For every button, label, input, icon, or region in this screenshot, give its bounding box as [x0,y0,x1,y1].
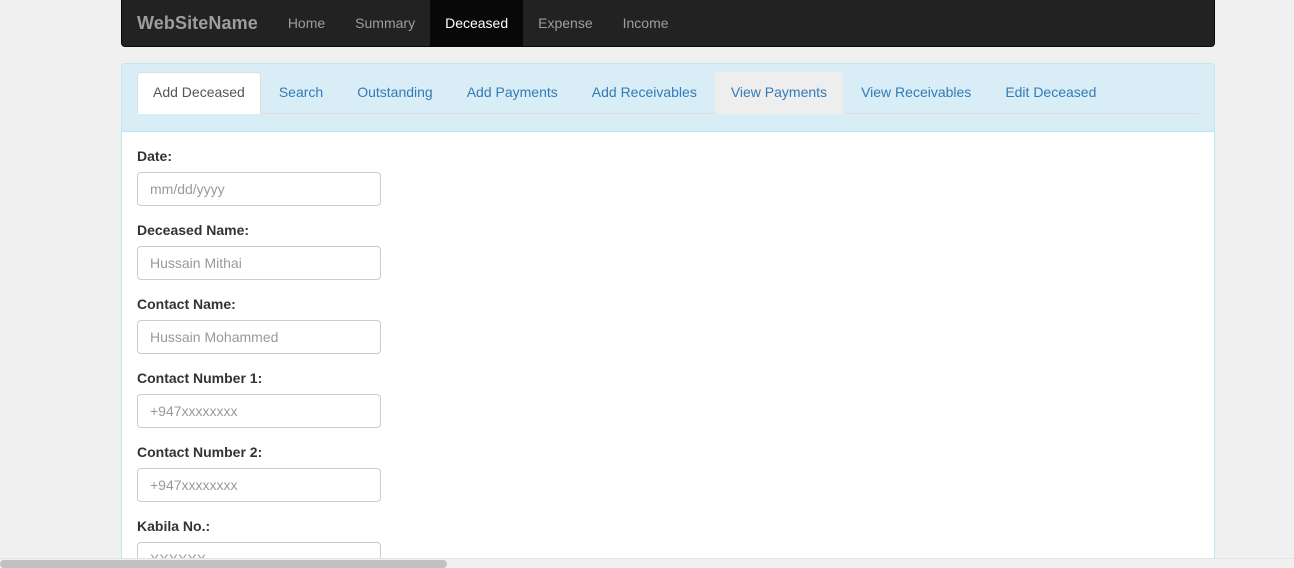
tab-item-outstanding[interactable]: Outstanding [341,72,451,113]
tab-item-view-payments[interactable]: View Payments [714,72,845,114]
tab-item-add-deceased[interactable]: Add Deceased [137,72,263,114]
tab-search[interactable]: Search [263,72,339,114]
label-contact-number-1: Contact Number 1: [137,369,263,386]
navbar-link-deceased[interactable]: Deceased [430,0,524,46]
deceased-panel: Add Deceased Search Outstanding Add Payment… [121,63,1215,568]
navbar-menu: Home Summary Deceased Expense Income [273,0,684,46]
form-group-deceased-name: Deceased Name: [137,221,1199,280]
input-deceased-name[interactable] [137,245,381,280]
navbar-link-income[interactable]: Income [608,0,684,46]
panel-heading: Add Deceased Search Outstanding Add Payment… [122,64,1214,132]
input-contact-name[interactable] [137,319,381,354]
label-contact-name: Contact Name: [137,295,236,312]
tab-bar: Add Deceased Search Outstanding Add Payment… [137,72,1199,114]
top-navbar: WebSiteName Home Summary Deceased Expense In… [121,0,1215,47]
input-contact-number-2[interactable] [137,467,381,502]
horizontal-scrollbar[interactable] [0,558,1294,568]
input-contact-number-1[interactable] [137,393,381,428]
tab-item-search[interactable]: Search [263,72,341,113]
add-deceased-form: Date: Deceased Name: Contact Name: Contact … [137,147,1199,567]
horizontal-scrollbar-thumb[interactable] [0,560,447,568]
navbar-link-expense[interactable]: Expense [523,0,607,46]
panel-body: Date: Deceased Name: Contact Name: Contact … [122,132,1214,567]
label-deceased-name: Deceased Name: [137,221,250,238]
navbar-item-expense[interactable]: Expense [523,0,607,46]
navbar-item-deceased[interactable]: Deceased [430,0,524,46]
navbar-item-home[interactable]: Home [273,0,340,46]
tab-edit-deceased[interactable]: Edit Deceased [989,72,1112,114]
tab-item-add-receivables[interactable]: Add Receivables [576,72,715,113]
tab-item-add-payments[interactable]: Add Payments [451,72,576,113]
tab-item-view-receivables[interactable]: View Receivables [845,72,989,113]
tab-view-receivables[interactable]: View Receivables [845,72,987,114]
form-group-contact-number-2: Contact Number 2: [137,443,1199,502]
navbar-item-income[interactable]: Income [608,0,684,46]
tab-add-payments[interactable]: Add Payments [451,72,574,114]
navbar-brand[interactable]: WebSiteName [122,0,273,46]
tab-item-edit-deceased[interactable]: Edit Deceased [989,72,1114,113]
page-root: WebSiteName Home Summary Deceased Expense In… [0,0,1294,568]
label-kabila-no: Kabila No.: [137,517,211,534]
label-date: Date: [137,148,173,164]
navbar-link-home[interactable]: Home [273,0,340,46]
tab-outstanding[interactable]: Outstanding [341,72,449,114]
form-group-contact-number-1: Contact Number 1: [137,369,1199,428]
label-contact-number-2: Contact Number 2: [137,443,263,460]
form-group-date: Date: [137,147,1199,206]
tab-add-deceased[interactable]: Add Deceased [137,72,261,114]
tab-view-payments[interactable]: View Payments [714,72,844,114]
navbar-link-summary[interactable]: Summary [340,0,430,46]
form-group-contact-name: Contact Name: [137,295,1199,354]
navbar-item-summary[interactable]: Summary [340,0,430,46]
input-date[interactable] [137,171,381,206]
tab-add-receivables[interactable]: Add Receivables [576,72,713,114]
